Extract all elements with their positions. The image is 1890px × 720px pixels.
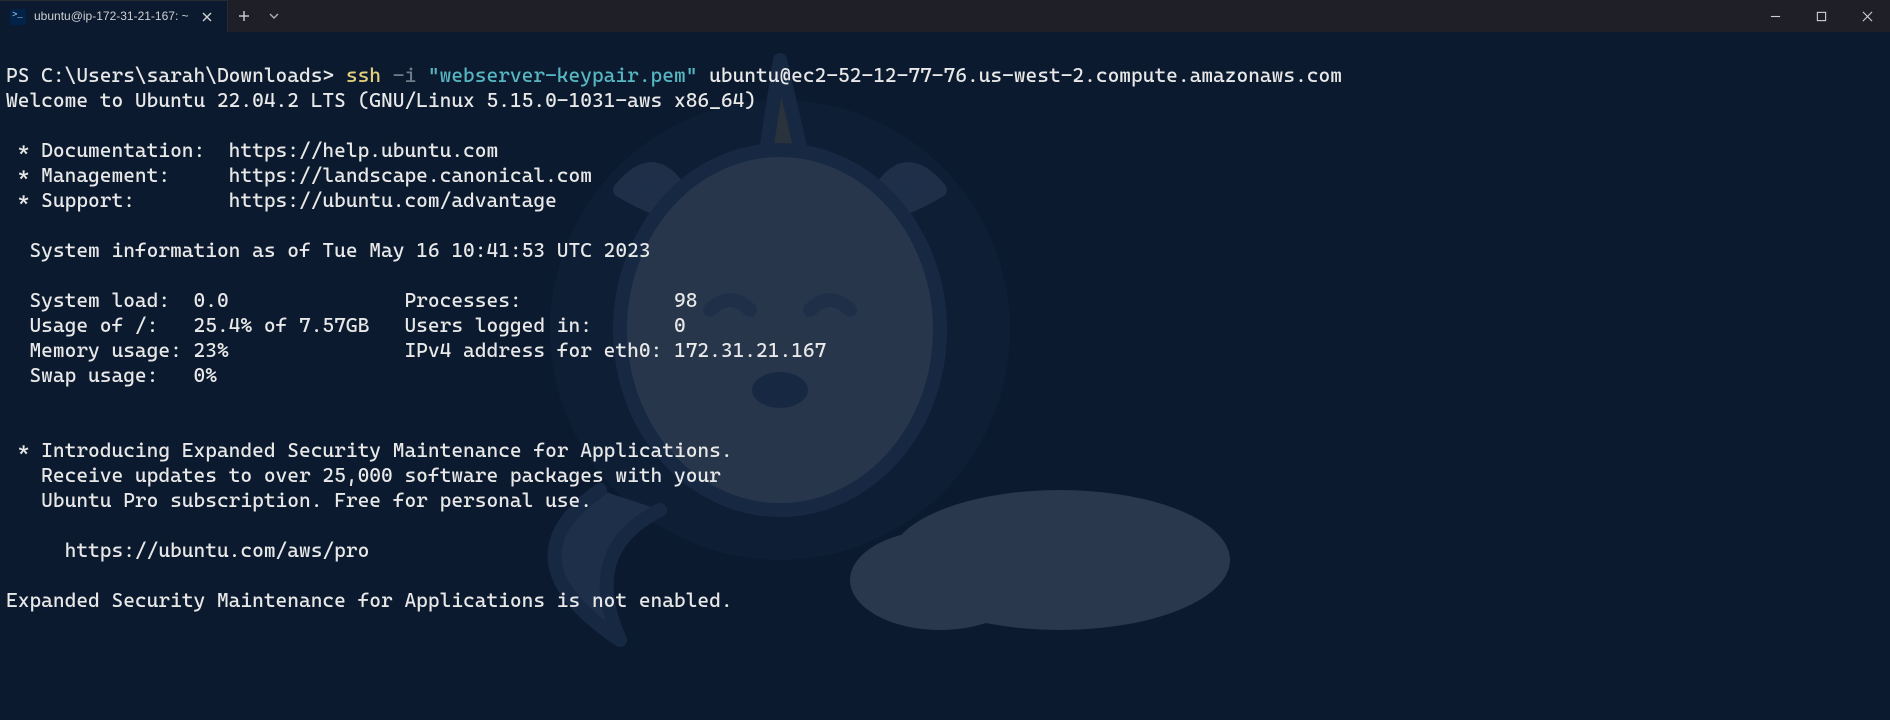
sysinfo-header: System information as of Tue May 16 10:4… [6,238,651,262]
esm-intro-line: Ubuntu Pro subscription. Free for person… [6,488,592,512]
powershell-icon [10,9,26,25]
motd-link: * Documentation: https://help.ubuntu.com [6,138,498,162]
terminal-output[interactable]: PS C:\Users\sarah\Downloads> ssh -i "web… [0,32,1890,619]
new-tab-button[interactable] [228,0,260,32]
terminal-tab[interactable]: ubuntu@ip-172-31-21-167: ~ [0,0,228,32]
close-tab-button[interactable] [197,7,217,27]
esm-intro-line: Receive updates to over 25,000 software … [6,463,721,487]
esm-url: https://ubuntu.com/aws/pro [6,538,369,562]
close-window-button[interactable] [1844,0,1890,32]
sysinfo-row: Memory usage: 23% IPv4 address for eth0:… [6,338,826,362]
minimize-button[interactable] [1752,0,1798,32]
ssh-command: ssh [346,63,393,87]
sysinfo-row: Usage of /: 25.4% of 7.57GB Users logged… [6,313,686,337]
tab-title: ubuntu@ip-172-31-21-167: ~ [34,9,189,24]
sysinfo-row: System load: 0.0 Processes: 98 [6,288,697,312]
window-titlebar: ubuntu@ip-172-31-21-167: ~ [0,0,1890,32]
sysinfo-row: Swap usage: 0% [6,363,217,387]
motd-link: * Management: https://landscape.canonica… [6,163,592,187]
prompt-path: PS C:\Users\sarah\Downloads> [6,63,346,87]
motd-welcome: Welcome to Ubuntu 22.04.2 LTS (GNU/Linux… [6,88,756,112]
ssh-target: ubuntu@ec2-52-12-77-76.us-west-2.compute… [709,63,1342,87]
ssh-keyfile: "webserver-keypair.pem" [428,63,709,87]
tab-dropdown-button[interactable] [260,0,288,32]
motd-link: * Support: https://ubuntu.com/advantage [6,188,557,212]
esm-intro-line: * Introducing Expanded Security Maintena… [6,438,733,462]
esm-status: Expanded Security Maintenance for Applic… [6,588,733,612]
ssh-flag: -i [393,63,428,87]
maximize-button[interactable] [1798,0,1844,32]
